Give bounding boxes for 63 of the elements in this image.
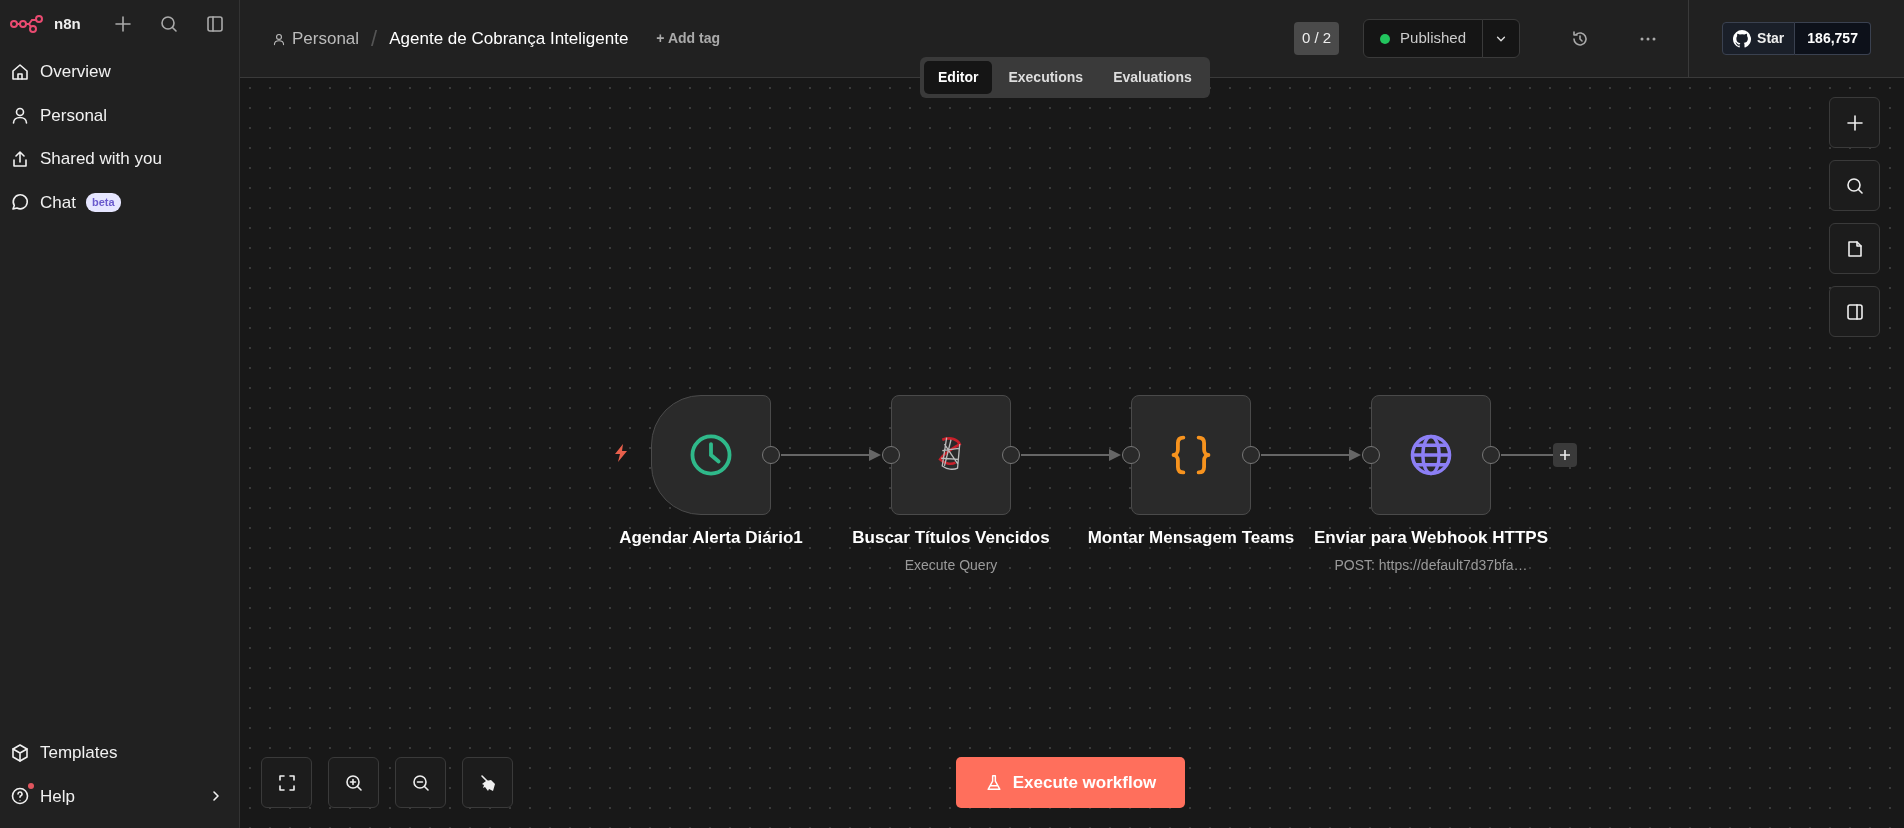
- sidebar-item[interactable]: Shared with you: [8, 137, 231, 181]
- view-tab[interactable]: Evaluations: [1099, 61, 1206, 94]
- sidebar-item[interactable]: Overview: [8, 50, 231, 94]
- github-icon: [1733, 29, 1752, 48]
- search-icon[interactable]: [159, 14, 179, 34]
- node-subtitle: POST: https://default7d37bfa…: [1333, 556, 1529, 576]
- plus-icon: [1844, 112, 1865, 133]
- help-icon: [10, 786, 30, 807]
- user-icon: [272, 31, 286, 46]
- logo-icon: [10, 15, 44, 33]
- view-tab[interactable]: Executions: [994, 61, 1098, 94]
- project-link[interactable]: Personal: [272, 25, 360, 52]
- app-name: n8n: [54, 13, 81, 34]
- sidebar-item[interactable]: Personal: [8, 93, 231, 137]
- sidebar-item[interactable]: Chat beta: [8, 180, 231, 224]
- add-node-button[interactable]: [1829, 97, 1880, 148]
- box-icon: [10, 742, 30, 763]
- github-star-button[interactable]: Star: [1722, 22, 1796, 55]
- view-tab[interactable]: Editor: [924, 61, 993, 94]
- home-icon: [10, 61, 30, 82]
- zoom-out-icon: [410, 772, 431, 793]
- sticky-note-button[interactable]: [1829, 223, 1880, 274]
- chat-icon: [10, 192, 30, 213]
- tidy-up-button[interactable]: [462, 757, 513, 808]
- node-subtitle: Execute Query: [903, 556, 999, 576]
- add-node-button[interactable]: [1553, 443, 1577, 467]
- search-nodes-button[interactable]: [1829, 160, 1880, 211]
- version-counter: 0 / 2: [1293, 22, 1340, 55]
- workflow-node[interactable]: [1371, 395, 1491, 515]
- panel-icon: [1844, 301, 1865, 322]
- publish-button[interactable]: Published: [1363, 19, 1483, 58]
- search-icon: [1844, 175, 1865, 196]
- share-icon: [10, 148, 30, 169]
- workflow-node[interactable]: [651, 395, 771, 515]
- node-title: Enviar para Webhook HTTPS: [1313, 527, 1549, 549]
- workflow-node[interactable]: [1131, 395, 1251, 515]
- sidebar-item[interactable]: Templates: [8, 731, 231, 775]
- fit-view-button[interactable]: [261, 757, 312, 808]
- node-title: Buscar Títulos Vencidos: [851, 527, 1051, 549]
- zoom-out-button[interactable]: [395, 757, 446, 808]
- input-handle[interactable]: [882, 446, 900, 464]
- input-handle[interactable]: [1122, 446, 1140, 464]
- plus-icon: [1558, 448, 1572, 462]
- node-title: Agendar Alerta Diário1: [618, 527, 804, 549]
- zoom-in-button[interactable]: [328, 757, 379, 808]
- fit-view-icon: [276, 772, 297, 793]
- plus-icon[interactable]: [113, 14, 133, 34]
- flask-icon: [984, 773, 1003, 792]
- panel-toggle-button[interactable]: [1829, 286, 1880, 337]
- input-handle[interactable]: [1362, 446, 1380, 464]
- star-count: 186,757: [1795, 22, 1871, 55]
- zoom-in-icon: [343, 772, 364, 793]
- beta-badge: beta: [85, 193, 121, 212]
- add-tag-link[interactable]: + Add tag: [656, 28, 720, 49]
- sidebar-item[interactable]: Help: [8, 774, 231, 818]
- workflow-title[interactable]: Agente de Cobrança Inteligente: [389, 25, 629, 52]
- connector: [1500, 454, 1554, 456]
- breadcrumb-separator: /: [371, 25, 378, 53]
- user-icon: [10, 105, 30, 126]
- sidebar-toggle-icon[interactable]: [205, 14, 225, 34]
- history-icon[interactable]: [1570, 28, 1590, 49]
- node-title: Montar Mensagem Teams: [1086, 527, 1296, 549]
- workflow-node[interactable]: [891, 395, 1011, 515]
